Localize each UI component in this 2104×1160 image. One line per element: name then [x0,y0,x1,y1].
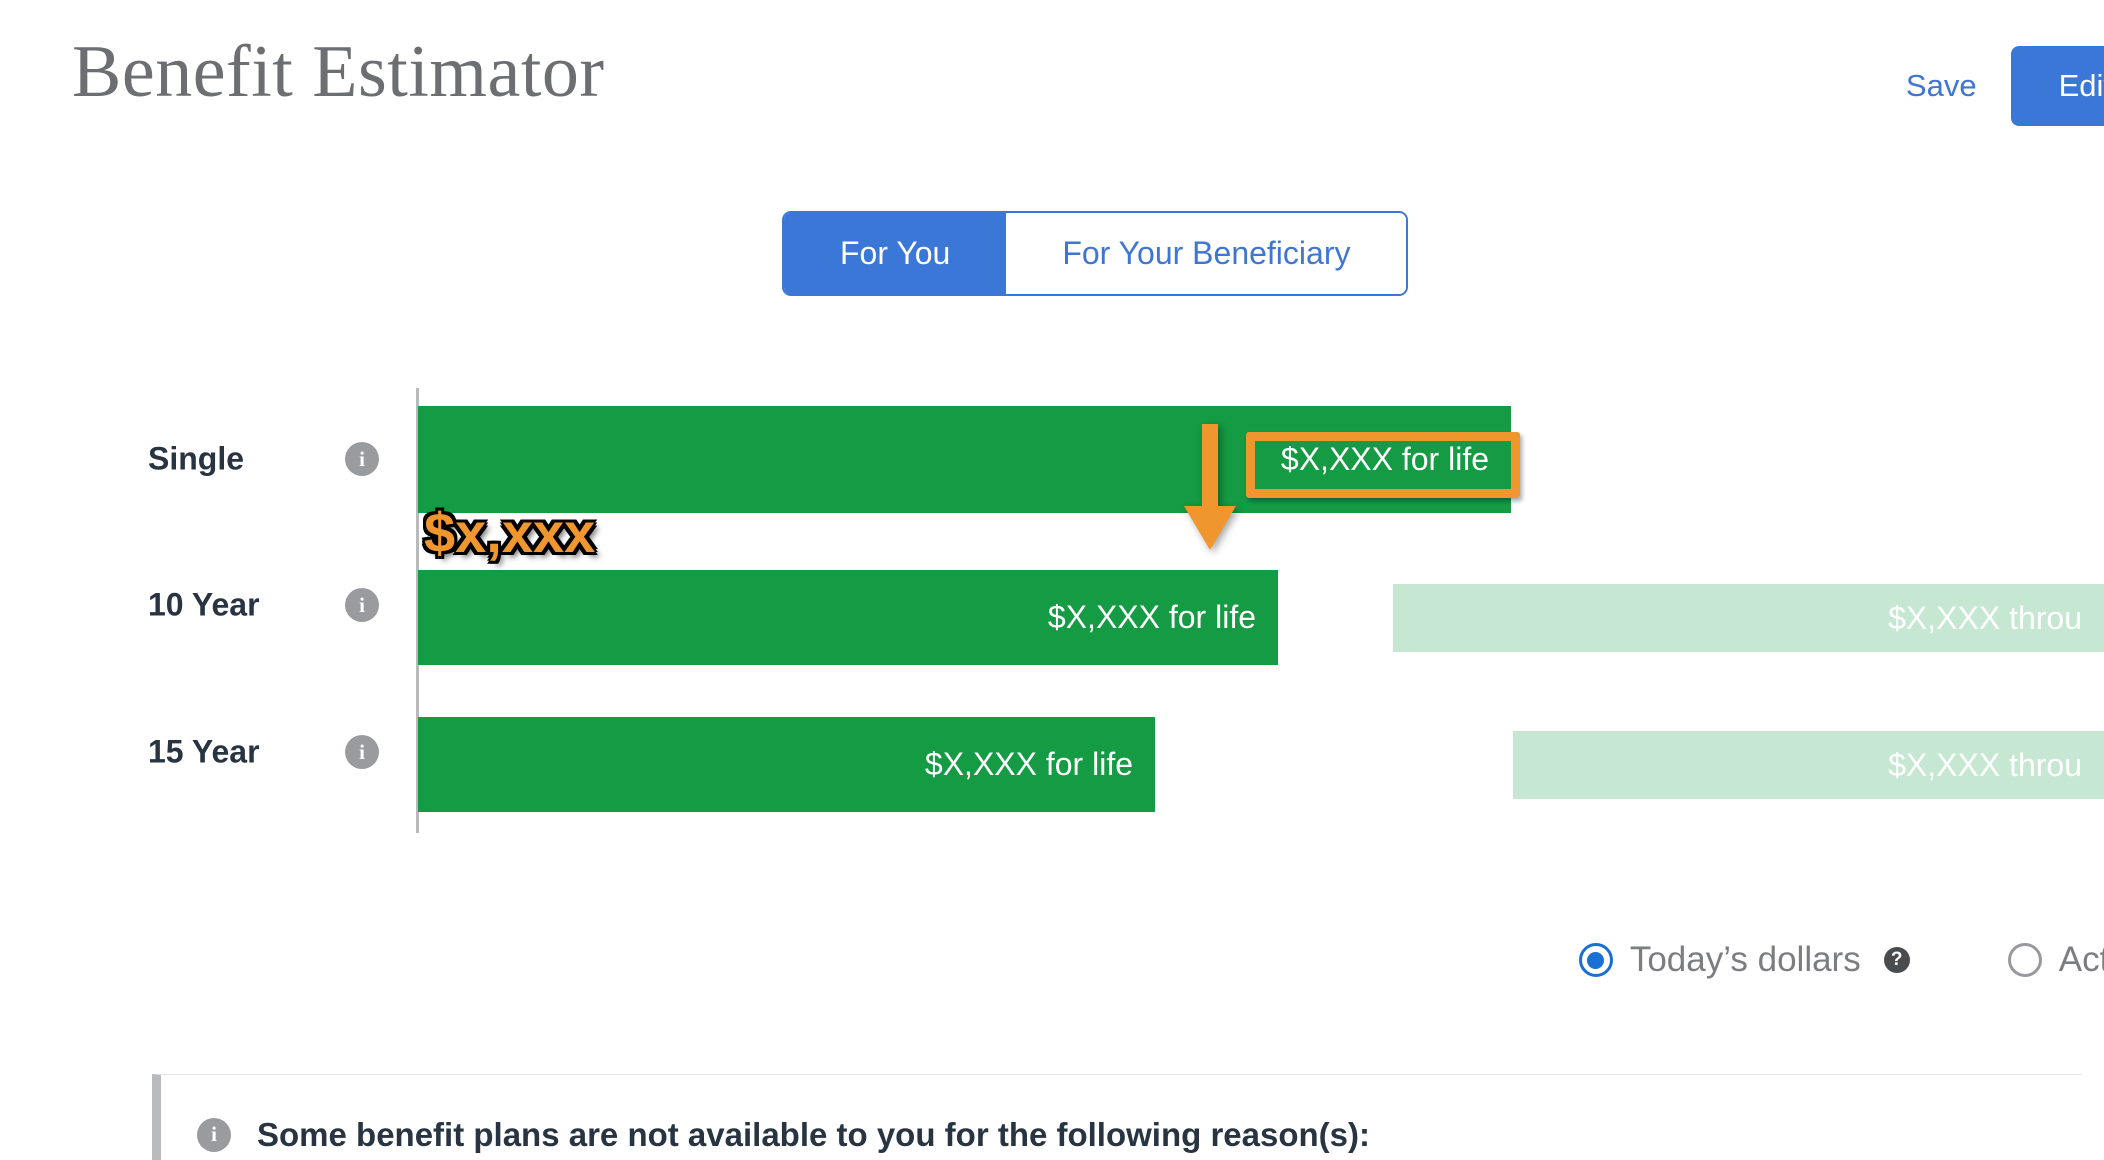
alert-message: Some benefit plans are not available to … [257,1115,1370,1153]
tab-for-your-beneficiary[interactable]: For Your Beneficiary [1006,213,1407,295]
radio-dot-icon [1587,951,1605,969]
save-button[interactable]: Save [1906,68,1977,104]
radio-actual[interactable]: Actual [2007,940,2104,980]
header-actions: Save Edit [1906,46,2104,126]
radio-circle-todays-dollars[interactable] [1578,943,1613,977]
chart-row-label-10-year: 10 Year [148,586,260,623]
radio-label-todays-dollars: Today’s dollars [1629,940,1861,979]
page-title: Benefit Estimator [72,31,605,113]
bar-single-for-life[interactable]: $X,XXX for life [418,406,1511,513]
edit-button[interactable]: Edit [2010,46,2104,126]
radio-circle-actual[interactable] [2007,943,2042,977]
bar-ghost-label-10-year: $X,XXX throu [1888,599,2082,636]
info-icon-single[interactable]: i [345,442,379,476]
chart-row-label-single: Single [148,440,245,477]
radio-label-actual: Actual [2058,940,2104,979]
dollar-mode-radio-group: Today’s dollars ? Actual [0,940,2104,980]
bar-label-10-year: $X,XXX for life [1047,599,1256,635]
bar-label-15-year: $X,XXX for life [924,746,1133,782]
bar-15-year-for-life[interactable]: $X,XXX for life [418,717,1155,812]
page-header: Benefit Estimator Save Edit [0,0,2104,150]
info-icon-15-year[interactable]: i [345,735,379,769]
radio-todays-dollars[interactable]: Today’s dollars ? [1578,940,1910,980]
bar-10-year-through-period[interactable]: $X,XXX throu [1393,584,2104,652]
bar-10-year-for-life[interactable]: $X,XXX for life [418,570,1278,665]
bar-label-single: $X,XXX for life [1280,441,1489,477]
info-icon-alert: i [197,1117,231,1152]
audience-toggle[interactable]: For You For Your Beneficiary [784,213,1407,295]
tab-for-you[interactable]: For You [784,213,1007,295]
chart-row-label-15-year: 15 Year [148,733,260,770]
bar-ghost-label-15-year: $X,XXX throu [1888,746,2082,783]
unavailable-plans-alert: i Some benefit plans are not available t… [152,1074,2082,1160]
bar-15-year-through-period[interactable]: $X,XXX throu [1513,731,2104,799]
help-icon[interactable]: ? [1883,947,1910,973]
info-icon-10-year[interactable]: i [345,588,379,622]
